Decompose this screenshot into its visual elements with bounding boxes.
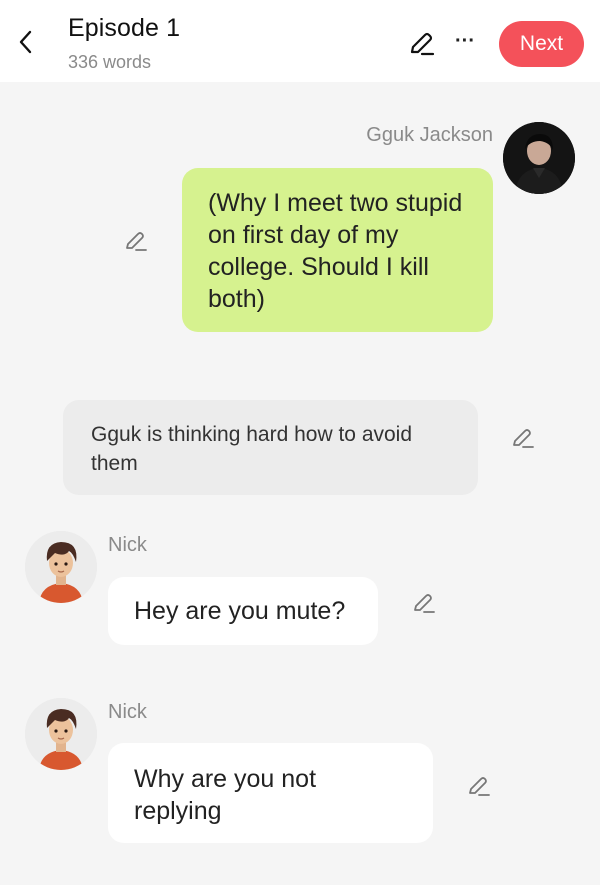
more-options-button[interactable]: ··· bbox=[451, 26, 479, 56]
chevron-left-icon bbox=[19, 30, 32, 54]
avatar-character-icon bbox=[25, 531, 97, 603]
pencil-icon bbox=[469, 777, 490, 796]
edit-message-button[interactable] bbox=[464, 772, 494, 802]
message-bubble-other: Why are you not replying bbox=[108, 743, 433, 843]
top-bar: Episode 1 336 words ··· Next bbox=[0, 0, 600, 82]
episode-title: Episode 1 bbox=[68, 14, 181, 42]
edit-message-button[interactable] bbox=[121, 227, 151, 257]
narration-bubble: Gguk is thinking hard how to avoid them bbox=[63, 400, 478, 495]
avatar-character-icon bbox=[25, 698, 97, 770]
word-count: 336 words bbox=[68, 52, 152, 72]
message-bubble-self: (Why I meet two stupid on first day of m… bbox=[182, 168, 493, 332]
avatar[interactable] bbox=[25, 531, 97, 603]
avatar-portrait-icon bbox=[503, 122, 575, 194]
pencil-icon bbox=[414, 594, 435, 613]
avatar[interactable] bbox=[503, 122, 575, 194]
speaker-name: Nick bbox=[108, 701, 147, 723]
speaker-name: Nick bbox=[108, 534, 147, 556]
edit-message-button[interactable] bbox=[508, 424, 538, 454]
pencil-icon bbox=[513, 429, 534, 448]
pencil-icon bbox=[410, 32, 435, 56]
next-button[interactable]: Next bbox=[499, 21, 584, 67]
edit-message-button[interactable] bbox=[409, 589, 439, 619]
avatar[interactable] bbox=[25, 698, 97, 770]
edit-episode-button[interactable] bbox=[404, 28, 438, 62]
pencil-icon bbox=[126, 232, 147, 251]
speaker-name: Gguk Jackson bbox=[366, 124, 493, 146]
back-button[interactable] bbox=[10, 24, 42, 60]
message-bubble-other: Hey are you mute? bbox=[108, 577, 378, 645]
